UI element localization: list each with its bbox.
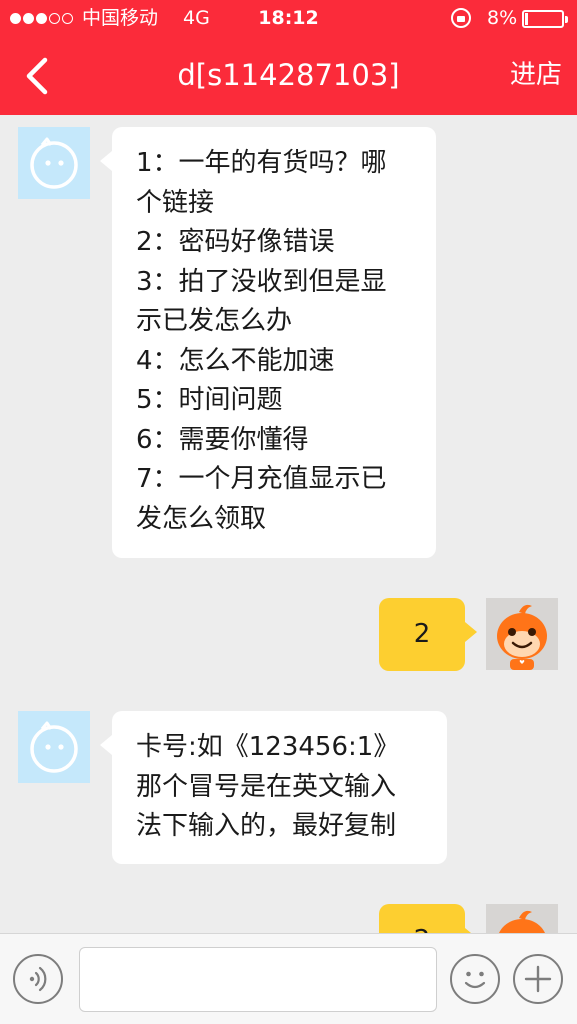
message-line: 发怎么领取 <box>136 503 267 534</box>
message-line: 那个冒号是在英文输入 <box>136 771 397 802</box>
chat-message-list[interactable]: 1：一年的有货吗？哪 个链接 2：密码好像错误 3：拍了没收到但是显 示已发怎么… <box>0 115 577 933</box>
enter-shop-button[interactable]: 进店 <box>510 57 562 93</box>
bot-message-bubble[interactable]: 1：一年的有货吗？哪 个链接 2：密码好像错误 3：拍了没收到但是显 示已发怎么… <box>100 127 436 558</box>
nav-bar: d[s114287103] 进店 <box>0 36 577 115</box>
bot-message-bubble[interactable]: 卡号:如《123456:1》 那个冒号是在英文输入 法下输入的，最好复制 <box>100 711 447 864</box>
battery-level <box>525 13 528 25</box>
more-button[interactable] <box>513 954 563 1004</box>
bot-avatar[interactable] <box>18 711 90 783</box>
smiley-icon <box>464 971 486 989</box>
battery-icon <box>522 10 568 28</box>
back-button[interactable] <box>18 54 58 98</box>
robot-face-icon <box>30 721 78 773</box>
message-line: 4：怎么不能加速 <box>136 345 335 376</box>
signal-dots-icon <box>10 0 73 36</box>
message-line: 6：需要你懂得 <box>136 424 309 455</box>
message-line: 3：拍了没收到但是显 <box>136 266 387 297</box>
message-line: 5：时间问题 <box>136 385 283 415</box>
user-avatar[interactable] <box>486 904 558 933</box>
network-type: 4G <box>183 7 210 29</box>
orientation-lock-icon <box>451 8 471 28</box>
message-line: 卡号:如《123456:1》 <box>136 732 400 762</box>
message-input[interactable] <box>79 947 437 1012</box>
orange-mascot-avatar-icon <box>497 604 547 670</box>
voice-icon <box>29 966 47 992</box>
message-text: 2 <box>414 925 431 933</box>
message-text: 2 <box>413 619 431 649</box>
user-message-bubble[interactable]: 2 <box>379 904 477 933</box>
chevron-left-icon <box>26 57 48 95</box>
bot-avatar[interactable] <box>18 127 90 199</box>
voice-button[interactable] <box>13 954 63 1004</box>
user-message-bubble[interactable]: 2 <box>379 598 477 671</box>
message-line: 法下输入的，最好复制 <box>136 811 397 841</box>
plus-icon <box>524 965 552 993</box>
app-header: 中国移动 4G 18:12 8% d[s114287103] 进店 <box>0 0 577 115</box>
chat-title: d[s114287103] <box>177 58 400 92</box>
battery-percent: 8% <box>487 7 518 29</box>
message-line: 2：密码好像错误 <box>136 227 335 257</box>
robot-face-icon <box>30 137 78 189</box>
user-avatar[interactable] <box>486 598 558 670</box>
message-line: 7：一个月充值显示已 <box>136 464 387 494</box>
chat-input-bar <box>0 933 577 1024</box>
carrier-name: 中国移动 <box>82 7 159 29</box>
message-line: 1：一年的有货吗？哪 <box>136 148 387 178</box>
emoji-button[interactable] <box>450 954 500 1004</box>
message-line: 示已发怎么办 <box>136 306 293 336</box>
status-bar: 中国移动 4G 18:12 8% <box>0 0 577 36</box>
message-line: 个链接 <box>136 187 215 218</box>
orange-mascot-avatar-icon <box>499 910 545 933</box>
